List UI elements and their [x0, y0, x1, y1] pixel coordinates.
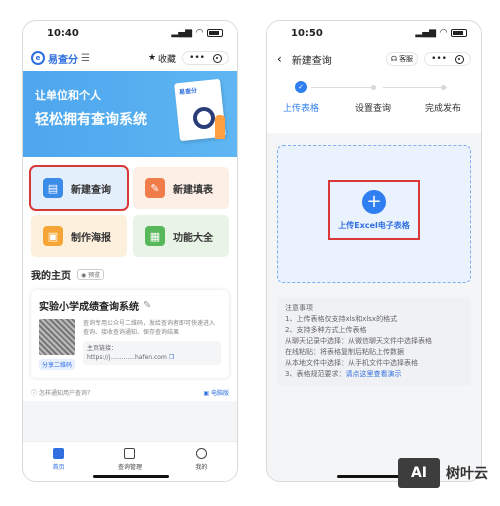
watermark-text: 树叶云: [446, 466, 488, 482]
tile-label: 新建填表: [173, 184, 213, 196]
app-logo: e 易查分 ☰: [31, 51, 90, 66]
plus-icon: +: [362, 189, 386, 214]
wifi-icon: ◠: [196, 28, 203, 38]
step-publish: 完成发布: [425, 81, 461, 114]
tile-label: 新建查询: [71, 184, 111, 196]
card-description: 查询专用公众号二维码，发给查询者即可快速进入查询、接收查询通知、保存查询结果: [83, 320, 216, 336]
customer-service-button[interactable]: ☊ 客服: [385, 52, 419, 66]
logo-icon: e: [31, 51, 45, 65]
status-time: 10:50: [291, 27, 323, 39]
tile-label: 制作海报: [71, 232, 111, 244]
mini-program-capsule: •••: [424, 52, 471, 66]
check-icon: ✓: [295, 81, 307, 93]
more-icon[interactable]: •••: [431, 54, 447, 64]
battery-icon: [451, 29, 467, 37]
user-icon: [195, 448, 207, 459]
cube-icon: [124, 448, 136, 459]
home-link-box[interactable]: 主页链接： https://j.............hafen.com ❐: [83, 341, 221, 365]
home-link-label: 主页链接：: [87, 345, 118, 352]
more-icon[interactable]: •••: [189, 53, 205, 63]
close-target-icon[interactable]: [455, 54, 464, 64]
poster-tile[interactable]: ▣ 制作海报: [31, 215, 127, 257]
headset-icon: ☊: [390, 55, 398, 63]
phone-home-screen: 10:40 ▂▄▆ ◠ e 易查分 ☰ ★ 收藏 ••• 让单位和个人 轻松拥有…: [22, 20, 238, 482]
tab-mine[interactable]: 我的: [166, 442, 237, 481]
favorite-label: 收藏: [158, 54, 177, 65]
features-tile[interactable]: ▦ 功能大全: [133, 215, 229, 257]
nav-bar: ‹ 新建查询 ☊ 客服 •••: [267, 45, 481, 73]
signal-icon: ▂▄▆: [171, 28, 193, 38]
nav-bar: e 易查分 ☰ ★ 收藏 •••: [23, 45, 237, 71]
note-item: 2、支持多种方式上传表格: [285, 326, 367, 334]
step-indicator: ✓ 上传表格 设置查询 完成发布: [267, 73, 481, 133]
watermark: AI 树叶云: [398, 458, 488, 488]
pc-version-link[interactable]: ▣ 电脑版: [203, 388, 229, 397]
status-bar: 10:40 ▂▄▆ ◠: [23, 21, 237, 45]
step-settings: 设置查询: [355, 81, 391, 114]
notes-panel: 注意事项 1、上传表格仅支持xls和xlsx的格式 2、支持多种方式上传表格 从…: [277, 297, 471, 386]
copy-icon[interactable]: ❐: [169, 354, 174, 361]
mini-program-capsule: •••: [182, 51, 229, 65]
note-item: 从聊天记录中选择：从微信聊天文件中选择表格: [285, 337, 432, 345]
query-system-card[interactable]: 实验小学成绩查询系统 ✎ 分享二维码 查询专用公众号二维码，发给查询者即可快速进…: [31, 290, 229, 378]
share-qr-button[interactable]: 分享二维码: [39, 359, 76, 370]
status-time: 10:40: [47, 27, 79, 39]
tab-home[interactable]: 首页: [23, 442, 94, 481]
step-dot: [440, 85, 446, 90]
upload-excel-button[interactable]: + 上传Excel电子表格: [328, 180, 420, 240]
upload-label: 上传Excel电子表格: [338, 220, 410, 230]
star-icon: ★: [147, 53, 157, 63]
demo-link[interactable]: 请点这里查看演示: [345, 370, 401, 378]
home-indicator: [93, 475, 169, 478]
favorite-button[interactable]: ★ 收藏: [148, 52, 176, 65]
logo-text: 易查分: [48, 54, 78, 66]
status-icons: ▂▄▆ ◠: [171, 28, 223, 38]
new-query-tile[interactable]: ▤ 新建查询: [29, 165, 129, 211]
eye-icon: ◉: [81, 272, 87, 279]
home-icon: [53, 448, 65, 459]
wifi-icon: ◠: [440, 28, 447, 38]
person-illustration-icon: [215, 115, 225, 139]
signal-icon: ▂▄▆: [415, 28, 437, 38]
tab-bar: 首页 查询管理 我的: [23, 441, 237, 481]
new-form-tile[interactable]: ✎ 新建填表: [133, 167, 229, 209]
pc-icon: ▣: [203, 390, 210, 397]
notify-link[interactable]: ⓘ 怎样通知用户查询？: [31, 388, 93, 397]
watermark-logo: AI: [398, 458, 440, 488]
card-title: 实验小学成绩查询系统: [39, 302, 139, 313]
qr-code-image: [39, 319, 75, 355]
home-title: 我的主页: [31, 271, 71, 282]
phone-new-query-screen: 10:50 ▂▄▆ ◠ ‹ 新建查询 ☊ 客服 ••• ✓ 上传表格 设置查询 …: [266, 20, 482, 482]
my-home-section: 我的主页 ◉ 预览 实验小学成绩查询系统 ✎ 分享二维码 查询专用公众号二维码，…: [23, 263, 237, 384]
magnifier-illustration-icon: [193, 107, 215, 129]
notify-row: ⓘ 怎样通知用户查询？ ▣ 电脑版: [23, 384, 237, 401]
status-icons: ▂▄▆ ◠: [415, 28, 467, 38]
page-title: 新建查询: [291, 55, 332, 67]
home-link-value: https://j.............hafen.com: [87, 354, 167, 361]
status-bar: 10:50 ▂▄▆ ◠: [267, 21, 481, 45]
note-item: 1、上传表格仅支持xls和xlsx的格式: [285, 315, 398, 323]
battery-icon: [207, 29, 223, 37]
poster-icon: ▣: [43, 226, 63, 246]
upload-area[interactable]: + 上传Excel电子表格: [277, 145, 471, 283]
preview-button[interactable]: ◉ 预览: [77, 269, 105, 280]
banner[interactable]: 让单位和个人 轻松拥有查询系统 易查分: [23, 71, 237, 157]
notes-title: 注意事项: [285, 304, 313, 312]
tile-label: 功能大全: [173, 232, 213, 244]
function-grid: ▤ 新建查询 ✎ 新建填表 ▣ 制作海报 ▦ 功能大全: [23, 157, 237, 263]
features-icon: ▦: [145, 226, 165, 246]
step-upload: ✓ 上传表格: [283, 81, 320, 114]
new-query-icon: ▤: [43, 178, 63, 198]
back-arrow-icon[interactable]: ‹: [277, 52, 282, 66]
menu-icon[interactable]: ☰: [81, 53, 90, 64]
note-item: 在线粘贴：将表格复制后粘贴上传数据: [285, 348, 404, 356]
question-icon: ⓘ: [31, 390, 38, 397]
close-target-icon[interactable]: [213, 53, 222, 63]
new-form-icon: ✎: [145, 178, 165, 198]
note-item: 3、表格规范要求：请点这里查看演示: [285, 370, 402, 378]
edit-pencil-icon[interactable]: ✎: [143, 300, 151, 311]
step-dot: [370, 85, 376, 90]
note-item: 从本地文件中选择：从手机文件中选择表格: [285, 359, 418, 367]
